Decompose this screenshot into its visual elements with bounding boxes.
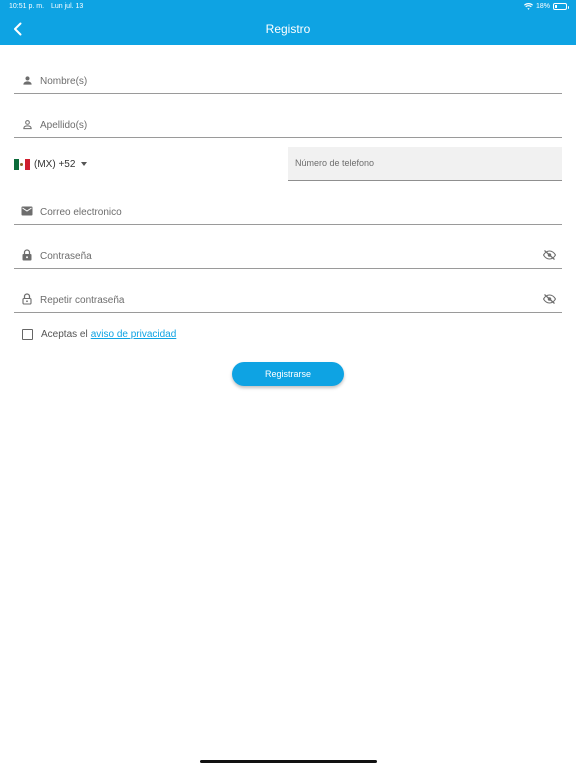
phone-number-input[interactable]: Número de telefono (288, 147, 562, 181)
battery-level (555, 5, 557, 8)
email-placeholder: Correo electronico (40, 207, 122, 218)
mail-icon (20, 204, 34, 218)
repeat-password-field[interactable]: Repetir contraseña (14, 276, 562, 313)
person-outline-icon (20, 117, 34, 131)
first-name-field[interactable]: Nombre(s) (14, 57, 562, 94)
country-code: (MX) +52 (34, 158, 76, 170)
eye-off-icon (542, 294, 556, 304)
status-time: 10:51 p. m. (9, 3, 45, 10)
password-placeholder: Contraseña (40, 251, 92, 262)
battery-percent: 18% (535, 3, 550, 10)
password-field[interactable]: Contraseña (14, 232, 562, 269)
lock-icon (20, 248, 34, 262)
lock-outline-icon (20, 292, 34, 306)
mexico-flag-icon (14, 158, 30, 170)
register-button[interactable]: Registrarse (232, 362, 344, 386)
privacy-link[interactable]: aviso de privacidad (91, 329, 177, 340)
toggle-password-visibility[interactable] (542, 249, 556, 261)
status-indicators: 18% (523, 3, 569, 10)
privacy-text: Aceptas el (41, 329, 88, 340)
first-name-placeholder: Nombre(s) (40, 76, 88, 87)
home-indicator (200, 760, 377, 763)
eye-off-icon (542, 250, 556, 260)
battery-icon (553, 3, 569, 10)
privacy-consent: Aceptas el aviso de privacidad (22, 329, 176, 340)
repeat-password-placeholder: Repetir contraseña (40, 295, 125, 306)
last-name-field[interactable]: Apellido(s) (14, 101, 562, 138)
person-icon (20, 73, 34, 87)
last-name-placeholder: Apellido(s) (40, 120, 88, 131)
privacy-checkbox[interactable] (22, 329, 33, 340)
app-header: 10:51 p. m. Lun jul. 13 18% Registro (0, 0, 576, 45)
phone-number-placeholder: Número de telefono (295, 158, 375, 168)
wifi-icon (523, 3, 533, 10)
page-title: Registro (265, 22, 311, 36)
email-field[interactable]: Correo electronico (14, 188, 562, 225)
country-code-selector[interactable]: (MX) +52 (14, 156, 88, 172)
toggle-repeat-password-visibility[interactable] (542, 293, 556, 305)
caret-down-icon (81, 162, 88, 166)
status-date: Lun jul. 13 (51, 3, 84, 10)
